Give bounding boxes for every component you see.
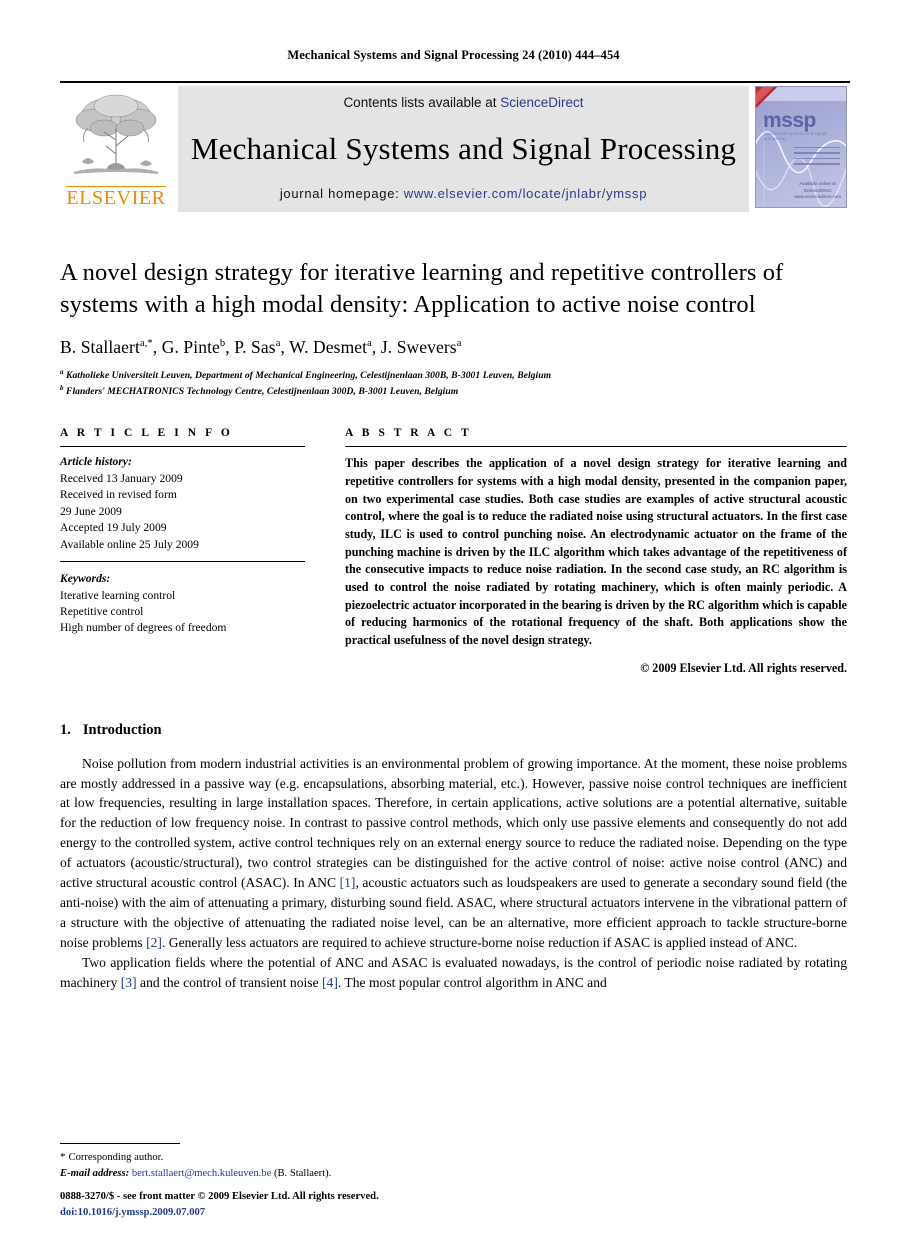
journal-banner: ELSEVIER Contents lists available at Sci… <box>60 81 850 213</box>
email-label: E-mail address: <box>60 1168 132 1180</box>
keyword-item: Repetitive control <box>60 605 144 618</box>
author-name: P. Sas <box>234 337 276 358</box>
section-number: 1. <box>60 721 71 738</box>
paragraph: Two application fields where the potenti… <box>60 953 847 993</box>
issn-line: 0888-3270/$ - see front matter © 2009 El… <box>60 1191 379 1203</box>
abstract-rule <box>345 446 847 448</box>
paragraph-text: and the control of transient noise <box>136 974 322 990</box>
running-head: Mechanical Systems and Signal Processing… <box>287 48 620 62</box>
title-block: A novel design strategy for iterative le… <box>60 257 847 399</box>
author-marks: a <box>456 338 462 350</box>
affiliation-item: a Katholieke Universiteit Leuven, Depart… <box>60 367 847 383</box>
keyword-item: High number of degrees of freedom <box>60 621 227 635</box>
sciencedirect-link[interactable]: ScienceDirect <box>500 95 583 110</box>
abstract-heading: A B S T R A C T <box>345 427 472 440</box>
footnote-area: * Corresponding author. E-mail address: b… <box>60 1143 560 1182</box>
keywords-label: Keywords: <box>60 572 111 586</box>
email-suffix: (B. Stallaert). <box>271 1168 332 1180</box>
article-info-rule-top <box>60 446 305 448</box>
footnote-email: E-mail address: bert.stallaert@mech.kule… <box>60 1166 560 1182</box>
abstract-copyright: © 2009 Elsevier Ltd. All rights reserved… <box>640 660 847 675</box>
elsevier-tree-icon <box>74 94 158 174</box>
author-marks: a,* <box>139 338 153 350</box>
contents-prefix: Contents lists available at <box>343 95 501 110</box>
author-name: B. Stallaert <box>60 337 140 358</box>
paragraph-text: . The most popular control algorithm in … <box>337 974 607 990</box>
author-item: W. Desmeta <box>289 337 372 357</box>
author-item: G. Pinteb <box>162 337 226 357</box>
article-history-label: Article history: <box>60 455 132 469</box>
reference-link-2[interactable]: [2] <box>146 935 162 950</box>
reference-link-4[interactable]: [4] <box>322 975 338 990</box>
reference-link-3[interactable]: [3] <box>121 975 137 990</box>
article-history-item: 29 June 2009 <box>60 504 122 518</box>
journal-title: Mechanical Systems and Signal Processing <box>190 130 737 166</box>
footnote-rule <box>60 1143 180 1145</box>
reference-link-1[interactable]: [1] <box>340 875 356 890</box>
author-name: W. Desmet <box>289 337 368 358</box>
affiliation-mark: a <box>60 368 64 377</box>
affiliation-item: b Flanders' MECHATRONICS Technology Cent… <box>60 383 847 399</box>
journal-banner-center: Contents lists available at ScienceDirec… <box>178 86 749 212</box>
journal-homepage-line: journal homepage: www.elsevier.com/locat… <box>280 186 647 201</box>
paragraph-text: . Generally less actuators are required … <box>161 934 798 950</box>
cover-wordmark: mssp <box>763 109 816 132</box>
elsevier-logo: ELSEVIER <box>60 86 172 212</box>
article-history-item: Available online 25 July 2009 <box>60 537 199 551</box>
footnote-corresponding-author: * Corresponding author. <box>60 1149 560 1166</box>
cover-footer-text: Available online at ScienceDirect www.scie… <box>794 180 841 200</box>
author-item: J. Sweversa <box>381 337 462 357</box>
author-list: B. Stallaerta,*, G. Pinteb, P. Sasa, W. … <box>60 337 462 358</box>
cover-text-lines <box>794 147 840 169</box>
affiliation-list: a Katholieke Universiteit Leuven, Depart… <box>60 367 847 399</box>
affiliation-text: Katholieke Universiteit Leuven, Departme… <box>66 370 552 382</box>
contents-available-line: Contents lists available at ScienceDirec… <box>343 95 583 110</box>
doi-link[interactable]: doi:10.1016/j.ymssp.2009.07.007 <box>60 1205 379 1220</box>
article-history-block: Article history: Received 13 January 200… <box>60 454 305 553</box>
page-title: A novel design strategy for iterative le… <box>60 259 784 318</box>
paper-page: Mechanical Systems and Signal Processing… <box>0 0 907 1238</box>
info-abstract-row: A R T I C L E I N F O Article history: R… <box>60 427 847 675</box>
journal-cover-thumbnail: mssp mechanical systems and signal proce… <box>755 86 847 208</box>
article-info-column: A R T I C L E I N F O Article history: R… <box>60 427 339 675</box>
introduction-body: Noise pollution from modern industrial a… <box>60 754 847 993</box>
author-item: B. Stallaerta,* <box>60 337 153 357</box>
imprint-block: 0888-3270/$ - see front matter © 2009 El… <box>60 1189 379 1220</box>
paragraph-text: Noise pollution from modern industrial a… <box>60 755 847 891</box>
banner-top-rule <box>60 81 850 83</box>
homepage-label: journal homepage: <box>279 186 404 201</box>
author-name: J. Swevers <box>380 337 457 358</box>
email-link[interactable]: bert.stallaert@mech.kuleuven.be <box>132 1168 271 1179</box>
article-info-rule-mid <box>60 561 305 563</box>
author-item: P. Sasa <box>234 337 280 357</box>
affiliation-mark: b <box>60 384 64 393</box>
article-history-item: Received in revised form <box>60 488 177 502</box>
article-history-item: Received 13 January 2009 <box>60 471 183 485</box>
cover-subtitle: mechanical systems and signal processing <box>764 131 827 141</box>
elsevier-wordmark: ELSEVIER <box>66 187 166 209</box>
affiliation-text: Flanders' MECHATRONICS Technology Centre… <box>66 386 459 398</box>
article-history-item: Accepted 19 July 2009 <box>60 521 167 535</box>
paragraph: Noise pollution from modern industrial a… <box>60 754 847 953</box>
corresponding-author-text: Corresponding author. <box>68 1152 164 1164</box>
article-info-heading: A R T I C L E I N F O <box>60 427 233 440</box>
asterisk-icon: * <box>60 1151 66 1164</box>
section-heading-introduction: 1. Introduction <box>60 722 847 739</box>
keywords-block: Keywords: Iterative learning control Rep… <box>60 571 305 637</box>
homepage-link[interactable]: www.elsevier.com/locate/jnlabr/ymssp <box>404 186 647 201</box>
keyword-item: Iterative learning control <box>60 588 176 602</box>
section-title: Introduction <box>82 721 162 738</box>
author-name: G. Pinte <box>161 337 220 358</box>
abstract-column: A B S T R A C T This paper describes the… <box>339 427 847 675</box>
abstract-text: This paper describes the application of … <box>345 456 847 647</box>
